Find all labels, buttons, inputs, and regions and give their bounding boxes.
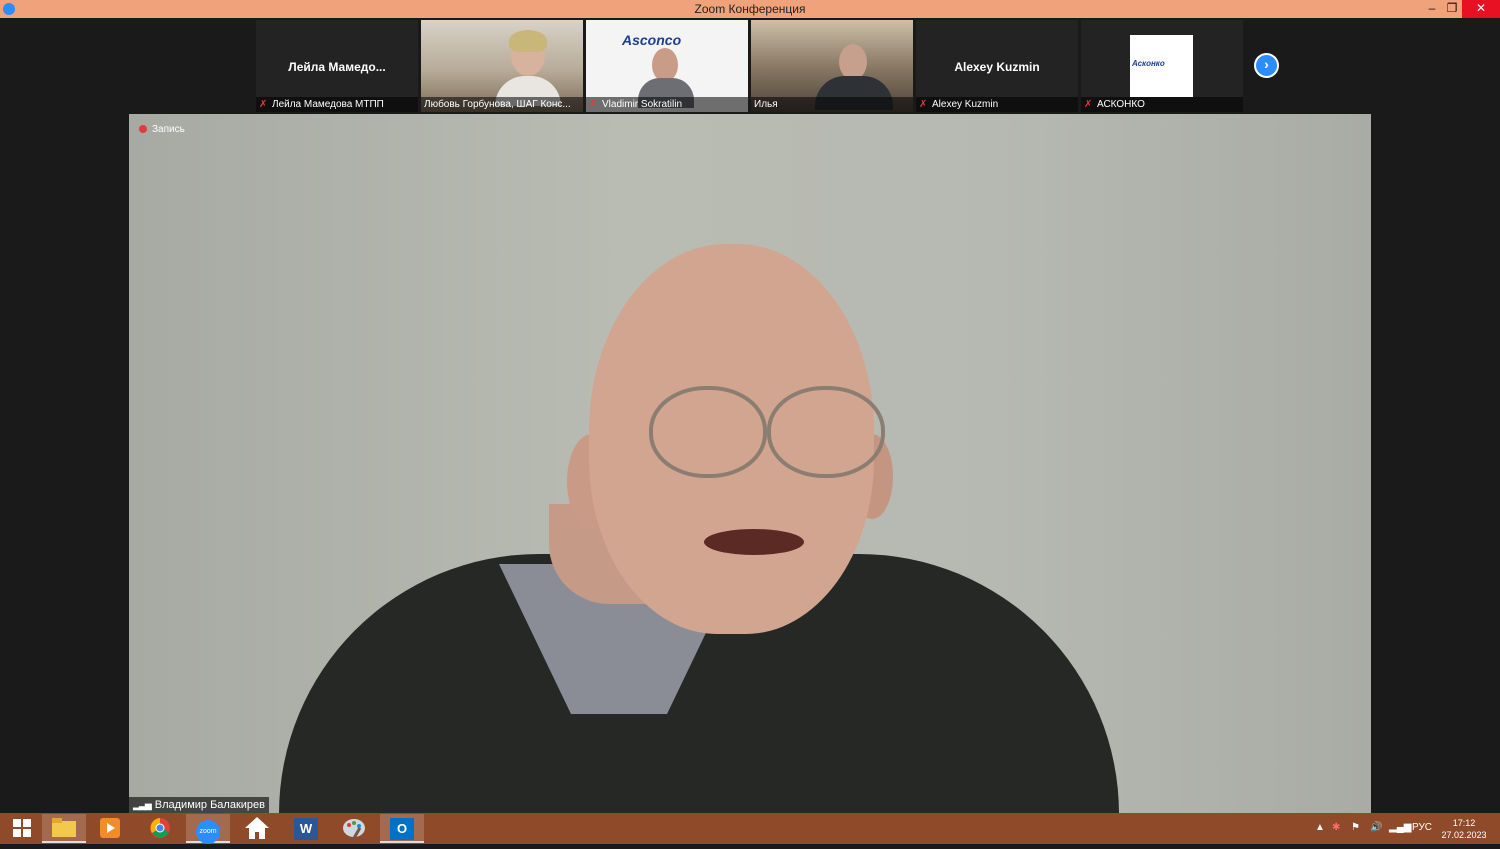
language-indicator[interactable]: РУС <box>1412 822 1432 833</box>
recording-label: Запись <box>152 124 185 135</box>
participant-video-face <box>652 48 678 82</box>
antivirus-tray-icon[interactable]: ✱ <box>1332 822 1340 833</box>
home-icon[interactable] <box>235 814 279 843</box>
recording-indicator: Запись <box>139 124 185 135</box>
participant-label: ✗ Vladimir Sokratilin <box>586 97 748 112</box>
participant-label: Илья <box>751 97 913 112</box>
media-player-icon[interactable] <box>88 814 132 843</box>
participant-label: ✗ Лейла Мамедова МТПП <box>256 97 418 112</box>
participant-video-face <box>839 44 867 80</box>
word-icon[interactable]: W <box>284 814 328 843</box>
participant-name: Alexey Kuzmin <box>932 99 999 110</box>
next-page-button[interactable]: › <box>1254 53 1279 78</box>
flag-tray-icon[interactable]: ⚑ <box>1351 822 1360 833</box>
mic-muted-icon: ✗ <box>589 99 598 110</box>
close-button[interactable]: ✕ <box>1462 0 1500 18</box>
askonko-logo-text: Асконко <box>1132 59 1165 68</box>
participant-strip: Лейла Мамедо... ✗ Лейла Мамедова МТПП Люб… <box>0 18 1500 114</box>
participant-tile-lyubov[interactable]: Любовь Горбунова, ШАГ Конс... <box>421 20 583 112</box>
participant-name: АСКОНКО <box>1097 99 1145 110</box>
mic-muted-icon: ✗ <box>919 99 928 110</box>
chrome-icon[interactable] <box>138 814 182 843</box>
word-icon-label: W <box>294 818 318 840</box>
mic-muted-icon: ✗ <box>259 99 268 110</box>
participant-tile-vladimir-s[interactable]: Asconco ✗ Vladimir Sokratilin <box>586 20 748 112</box>
signal-bars-icon: ▂▃▅ <box>133 800 152 810</box>
participant-label: Любовь Горбунова, ШАГ Конс... <box>421 97 583 112</box>
participant-name: Vladimir Sokratilin <box>602 99 683 110</box>
outlook-icon-label: O <box>390 818 414 840</box>
participant-name-center: Alexey Kuzmin <box>954 60 1040 74</box>
participant-video-hair <box>509 30 547 52</box>
zoom-icon-label: zoom <box>196 820 220 844</box>
participant-tile-leila[interactable]: Лейла Мамедо... ✗ Лейла Мамедова МТПП <box>256 20 418 112</box>
zoom-icon[interactable]: zoom <box>186 814 230 844</box>
participant-tile-alexey[interactable]: Alexey Kuzmin ✗ Alexey Kuzmin <box>916 20 1078 112</box>
network-tray-icon[interactable]: ▂▄▆ <box>1389 822 1411 833</box>
outlook-icon[interactable]: O <box>380 814 424 843</box>
participant-name: Илья <box>754 99 778 110</box>
paint-icon[interactable] <box>332 814 376 843</box>
clock-time: 17:12 <box>1452 818 1476 828</box>
participant-label: ✗ АСКОНКО <box>1081 97 1243 112</box>
tray-expand-icon[interactable]: ▲ <box>1315 822 1325 833</box>
window-title: Zoom Конференция <box>694 2 806 16</box>
participant-name-center: Лейла Мамедо... <box>288 60 386 74</box>
volume-tray-icon[interactable]: 🔊 <box>1370 822 1382 833</box>
window-titlebar: Zoom Конференция – ❐ ✕ <box>0 0 1500 18</box>
active-speaker-video[interactable]: Запись ▂▃▅ Владимир Балакирев <box>129 114 1371 813</box>
recording-dot-icon <box>139 125 147 133</box>
windows-taskbar: zoom W O ▲ ✱ ⚑ 🔊 ▂▄▆ РУС 17:12 27.02.202… <box>0 813 1500 844</box>
speaker-name-label: ▂▃▅ Владимир Балакирев <box>129 797 269 813</box>
speaker-name: Владимир Балакирев <box>154 799 265 811</box>
participant-name: Лейла Мамедова МТПП <box>272 99 384 110</box>
clock-date: 27.02.2023 <box>1441 830 1487 840</box>
windows-start-icon[interactable] <box>0 814 44 843</box>
participant-name: Любовь Горбунова, ШАГ Конс... <box>424 99 571 110</box>
speaker-glasses-left <box>649 386 767 478</box>
system-clock[interactable]: 17:12 27.02.2023 <box>1436 817 1492 841</box>
participant-tile-ilya[interactable]: Илья <box>751 20 913 112</box>
speaker-mouth <box>704 529 804 555</box>
mic-muted-icon: ✗ <box>1084 99 1093 110</box>
asconco-logo: Asconco <box>622 32 682 48</box>
speaker-glasses-right <box>767 386 885 478</box>
askonko-logo: Асконко <box>1130 35 1193 97</box>
participant-tile-askonko[interactable]: Асконко ✗ АСКОНКО <box>1081 20 1243 112</box>
participant-label: ✗ Alexey Kuzmin <box>916 97 1078 112</box>
file-explorer-icon[interactable] <box>42 814 86 843</box>
